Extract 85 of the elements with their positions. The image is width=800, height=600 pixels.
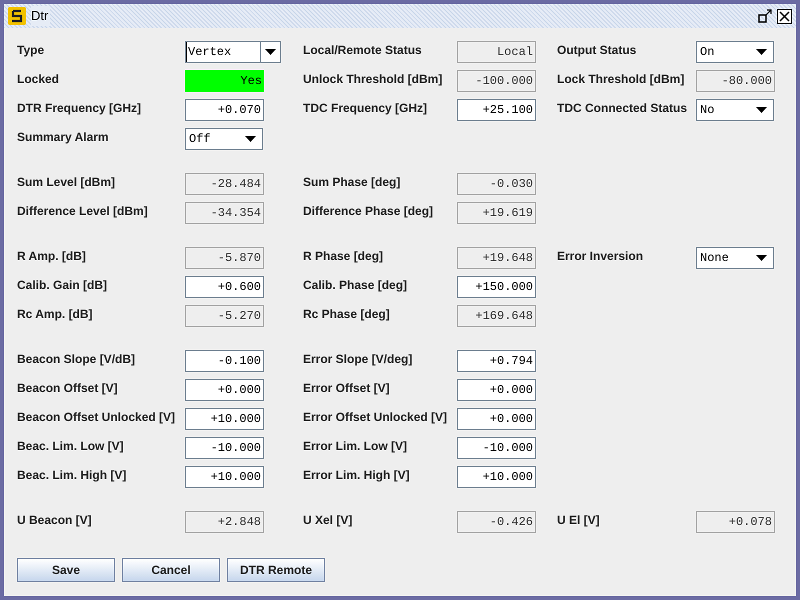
text-field[interactable]: +0.794 — [457, 350, 536, 372]
field-label: Summary Alarm — [17, 128, 109, 146]
readout-field: +169.648 — [457, 304, 536, 326]
field-label: Difference Phase [deg] — [303, 202, 434, 220]
readout-field: -0.030 — [457, 172, 536, 194]
text-field[interactable]: +0.000 — [457, 408, 536, 430]
field-label: Error Lim. High [V] — [303, 466, 410, 484]
readout-field: -80.000 — [696, 70, 775, 92]
text-field[interactable]: +10.000 — [185, 466, 264, 488]
caret-icon — [756, 106, 767, 112]
dialog-button[interactable]: Cancel — [122, 558, 220, 582]
readout-field: -28.484 — [185, 172, 264, 194]
field-label: Output Status — [557, 42, 636, 58]
field-label: Error Lim. Low [V] — [303, 438, 408, 454]
field-label: Type — [17, 42, 44, 58]
dropdown-value: None — [700, 250, 729, 266]
dropdown[interactable]: Off — [185, 128, 263, 150]
dialog-button[interactable]: DTR Remote — [227, 558, 326, 582]
readout-field: +19.619 — [457, 202, 536, 224]
field-label: U Beacon [V] — [17, 512, 92, 528]
dropdown[interactable]: None — [696, 246, 774, 268]
text-field[interactable]: +10.000 — [185, 408, 264, 430]
readout-field: Local — [457, 40, 536, 62]
field-label: R Phase [deg] — [303, 248, 384, 264]
field-label: DTR Frequency [GHz] — [17, 100, 142, 116]
field-label: Locked — [17, 70, 60, 88]
field-label: Error Offset Unlocked [V] — [303, 408, 448, 426]
dropdown-value: Off — [189, 130, 211, 148]
field-label: Sum Level [dBm] — [17, 174, 116, 190]
close-icon[interactable] — [777, 8, 792, 24]
field-label: Beacon Offset Unlocked [V] — [17, 408, 176, 426]
field-label: Beacon Offset [V] — [17, 380, 118, 396]
field-label: TDC Frequency [GHz] — [303, 100, 428, 116]
dropdown-value: On — [700, 44, 714, 60]
text-field[interactable]: -10.000 — [185, 436, 264, 458]
text-field[interactable]: +25.100 — [457, 98, 536, 120]
dropdown-value: No — [700, 102, 714, 118]
field-label: Error Offset [V] — [303, 380, 390, 396]
restore-icon[interactable] — [758, 9, 772, 23]
field-label: U Xel [V] — [303, 512, 352, 528]
text-field[interactable]: -10.000 — [457, 436, 536, 458]
dialog-button[interactable]: Save — [17, 558, 115, 582]
text-field[interactable]: +150.000 — [457, 276, 536, 298]
field-label: TDC Connected Status — [557, 100, 688, 116]
text-field[interactable]: +0.070 — [185, 98, 264, 120]
field-label: Calib. Phase [deg] — [303, 276, 408, 294]
combo-value: Vertex — [186, 42, 260, 62]
field-label: Unlock Threshold [dBm] — [303, 70, 442, 88]
field-label: Difference Level [dBm] — [17, 202, 148, 220]
field-label: Sum Phase [deg] — [303, 174, 400, 190]
field-label: Error Inversion — [557, 248, 644, 264]
readout-field: +0.078 — [696, 510, 775, 532]
readout-field: -34.354 — [185, 202, 264, 224]
field-label: Error Slope [V/deg] — [303, 350, 412, 368]
combo-box[interactable]: Vertex — [185, 40, 281, 62]
text-field[interactable]: -0.100 — [185, 350, 264, 372]
caret-icon — [756, 254, 767, 260]
field-label: Local/Remote Status — [303, 42, 422, 58]
text-field[interactable]: +10.000 — [457, 466, 536, 488]
readout-field: -5.870 — [185, 246, 264, 268]
field-label: Calib. Gain [dB] — [17, 276, 107, 294]
caret-icon — [756, 48, 767, 54]
field-label: Beac. Lim. Low [V] — [17, 438, 124, 454]
readout-field: +19.648 — [457, 246, 536, 268]
caret-icon — [265, 48, 276, 54]
readout-field: -0.426 — [457, 510, 536, 532]
readout-field: -100.000 — [457, 70, 536, 92]
text-field[interactable]: +0.600 — [185, 276, 264, 298]
status-indicator: Yes — [185, 70, 264, 92]
window-title: Dtr — [31, 6, 50, 26]
readout-field: +2.848 — [185, 510, 264, 532]
field-label: Rc Phase [deg] — [303, 306, 390, 322]
field-label: U El [V] — [557, 512, 600, 528]
readout-field: -5.270 — [185, 304, 264, 326]
caret-icon — [245, 136, 256, 142]
field-label: Rc Amp. [dB] — [17, 306, 93, 322]
field-label: R Amp. [dB] — [17, 248, 86, 264]
field-label: Beac. Lim. High [V] — [17, 466, 126, 484]
text-field[interactable]: +0.000 — [185, 378, 264, 400]
app-logo-icon — [8, 7, 26, 25]
dropdown[interactable]: On — [696, 40, 774, 62]
dropdown[interactable]: No — [696, 98, 774, 120]
field-label: Beacon Slope [V/dB] — [17, 350, 136, 368]
text-field[interactable]: +0.000 — [457, 378, 536, 400]
field-label: Lock Threshold [dBm] — [557, 70, 684, 88]
